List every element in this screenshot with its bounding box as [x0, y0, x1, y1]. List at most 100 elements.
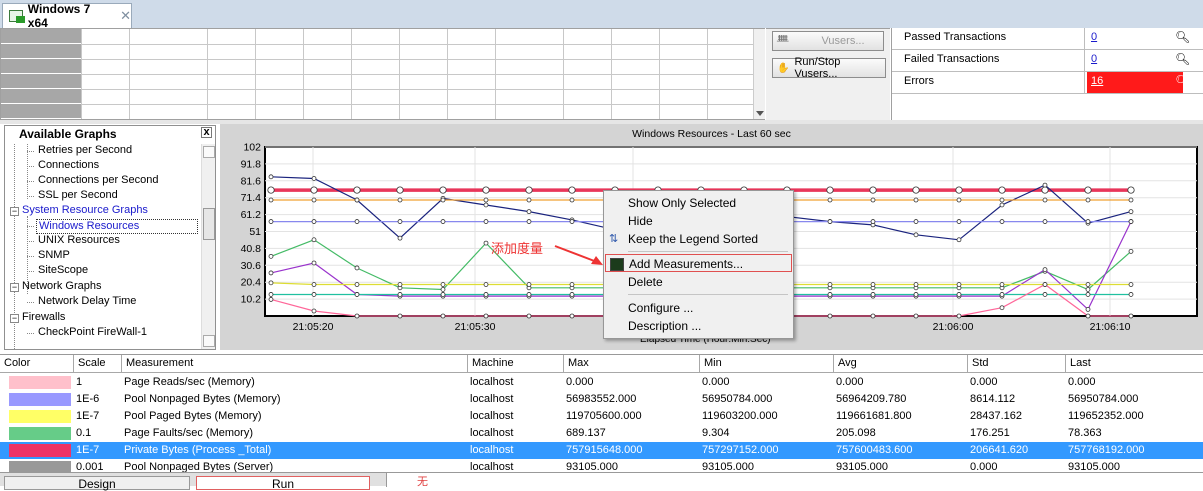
- table-row[interactable]: 1E-7 Private Bytes (Process _Total) localh…: [0, 442, 1203, 459]
- grid-row-header[interactable]: [1, 44, 81, 59]
- run-stop-vusers-button[interactable]: ✋ Run/Stop Vusers...: [772, 56, 886, 80]
- menu-description[interactable]: Description ...: [605, 317, 792, 335]
- data-point: [912, 186, 920, 194]
- table-cell: localhost: [470, 427, 514, 439]
- data-point: [569, 313, 575, 319]
- color-swatch[interactable]: [9, 376, 71, 389]
- table-row[interactable]: 0.001 Pool Nonpaged Bytes (Server) localho…: [0, 459, 1203, 472]
- close-tab-icon[interactable]: ✕: [120, 8, 131, 24]
- menu-delete[interactable]: Delete: [605, 273, 792, 291]
- table-row[interactable]: 1E-6 Pool Nonpaged Bytes (Memory) localhos…: [0, 391, 1203, 408]
- table-cell: 56950784.000: [1068, 393, 1139, 405]
- column-header-scale[interactable]: Scale: [74, 355, 122, 373]
- scroll-up-icon[interactable]: [203, 146, 215, 158]
- close-panel-icon[interactable]: x: [201, 127, 212, 138]
- available-graphs-panel: Available Graphs x Retries per Second Co…: [4, 125, 216, 350]
- passed-transactions-link[interactable]: 0: [1087, 28, 1183, 49]
- data-point: [1128, 209, 1134, 215]
- tree-group-firewalls[interactable]: Firewalls: [22, 311, 65, 326]
- y-tick-label: 51: [249, 226, 261, 238]
- table-cell: 56983552.000: [566, 393, 637, 405]
- collapse-icon[interactable]: −: [10, 207, 19, 216]
- tree-item-windows-resources[interactable]: Windows Resources: [36, 219, 198, 234]
- grid-row-header[interactable]: [1, 59, 81, 74]
- grid-row-header[interactable]: [1, 89, 81, 104]
- magnifier-icon[interactable]: 🔍︎: [1175, 52, 1190, 66]
- tree-item-sitescope[interactable]: SiteScope: [38, 264, 88, 279]
- table-cell: Pool Nonpaged Bytes (Memory): [124, 393, 281, 405]
- vusers-button[interactable]: ᚙ Vusers...: [772, 31, 884, 51]
- tree-item-ssl-per-second[interactable]: SSL per Second: [38, 189, 118, 204]
- color-swatch[interactable]: [9, 461, 71, 472]
- table-row[interactable]: 1E-7 Pool Paged Bytes (Memory) localhost 11…: [0, 408, 1203, 425]
- data-point: [869, 186, 877, 194]
- tree-group-system-resource-graphs[interactable]: System Resource Graphs: [22, 204, 148, 219]
- color-swatch[interactable]: [9, 393, 71, 406]
- data-point: [268, 292, 274, 297]
- tree-item-connections-per-second[interactable]: Connections per Second: [38, 174, 158, 189]
- column-header-max[interactable]: Max: [564, 355, 700, 373]
- tree-item-snmp[interactable]: SNMP: [38, 249, 70, 264]
- data-point: [1128, 197, 1134, 203]
- tab-run[interactable]: Run: [196, 476, 370, 491]
- column-header-last[interactable]: Last: [1066, 355, 1203, 373]
- document-tab[interactable]: Windows 7 x64 ✕: [2, 2, 132, 30]
- column-header-min[interactable]: Min: [700, 355, 834, 373]
- color-swatch[interactable]: [9, 444, 71, 457]
- column-header-std[interactable]: Std: [968, 355, 1066, 373]
- tree-item-unix-resources[interactable]: UNIX Resources: [38, 234, 120, 249]
- grid-row-header[interactable]: [1, 104, 81, 119]
- color-swatch[interactable]: [9, 427, 71, 440]
- table-cell: 689.137: [566, 427, 606, 439]
- data-point: [1042, 219, 1048, 224]
- failed-transactions-link[interactable]: 0: [1087, 50, 1183, 71]
- column-header-machine[interactable]: Machine: [468, 355, 564, 373]
- data-point: [354, 292, 360, 297]
- menu-hide[interactable]: Hide: [605, 212, 792, 230]
- data-point: [1042, 197, 1048, 203]
- errors-link[interactable]: 16: [1087, 72, 1183, 93]
- table-row[interactable]: 1 Page Reads/sec (Memory) localhost 0.000 0.…: [0, 374, 1203, 391]
- grid-row-header[interactable]: [1, 29, 81, 44]
- table-row[interactable]: 0.1 Page Faults/sec (Memory) localhost 689.…: [0, 425, 1203, 442]
- column-header-color[interactable]: Color: [0, 355, 74, 373]
- data-point: [310, 186, 318, 194]
- table-cell: 119705600.000: [566, 410, 642, 422]
- tab-design[interactable]: Design: [4, 476, 190, 491]
- tree-item-network-delay-time[interactable]: Network Delay Time: [38, 295, 136, 310]
- column-header-avg[interactable]: Avg: [834, 355, 968, 373]
- magnifier-icon[interactable]: 🔍︎: [1175, 30, 1190, 44]
- menu-keep-legend-sorted[interactable]: ⇅ Keep the Legend Sorted: [605, 230, 792, 248]
- table-cell: Page Faults/sec (Memory): [124, 427, 253, 439]
- collapse-icon[interactable]: −: [10, 283, 19, 292]
- document-tab-title: Windows 7 x64: [27, 2, 91, 30]
- tree-scrollbar[interactable]: [201, 144, 215, 349]
- tree-item-connections[interactable]: Connections: [38, 159, 99, 174]
- scroll-down-icon[interactable]: [756, 111, 764, 116]
- menu-configure[interactable]: Configure ...: [605, 299, 792, 317]
- data-point: [998, 186, 1006, 194]
- column-header-measurement[interactable]: Measurement: [122, 355, 468, 373]
- graph-context-menu: Show Only Selected Hide ⇅ Keep the Legen…: [603, 190, 794, 339]
- menu-show-only-selected[interactable]: Show Only Selected: [605, 194, 792, 212]
- scenario-icon: [9, 10, 25, 23]
- tree-group-network-graphs[interactable]: Network Graphs: [22, 280, 101, 295]
- y-tick-label: 61.2: [241, 209, 262, 221]
- menu-add-measurements[interactable]: Add Measurements...: [605, 254, 792, 272]
- data-point: [1085, 219, 1091, 224]
- color-swatch[interactable]: [9, 410, 71, 423]
- data-point: [956, 197, 962, 203]
- y-tick-label: 91.8: [241, 158, 262, 170]
- table-cell: 206641.620: [970, 444, 1029, 456]
- data-point: [268, 253, 274, 259]
- scenario-groups-grid: [0, 28, 765, 120]
- magnifier-icon[interactable]: 🔍︎: [1175, 74, 1190, 88]
- tree-item-retries-per-second[interactable]: Retries per Second: [38, 144, 132, 159]
- collapse-icon[interactable]: −: [10, 314, 19, 323]
- data-point: [483, 240, 489, 246]
- scroll-down-icon[interactable]: [203, 335, 215, 347]
- scroll-thumb[interactable]: [203, 208, 215, 240]
- grid-scrollbar[interactable]: [753, 29, 765, 119]
- tree-item-checkpoint-firewall[interactable]: CheckPoint FireWall-1: [38, 326, 147, 341]
- grid-row-header[interactable]: [1, 74, 81, 89]
